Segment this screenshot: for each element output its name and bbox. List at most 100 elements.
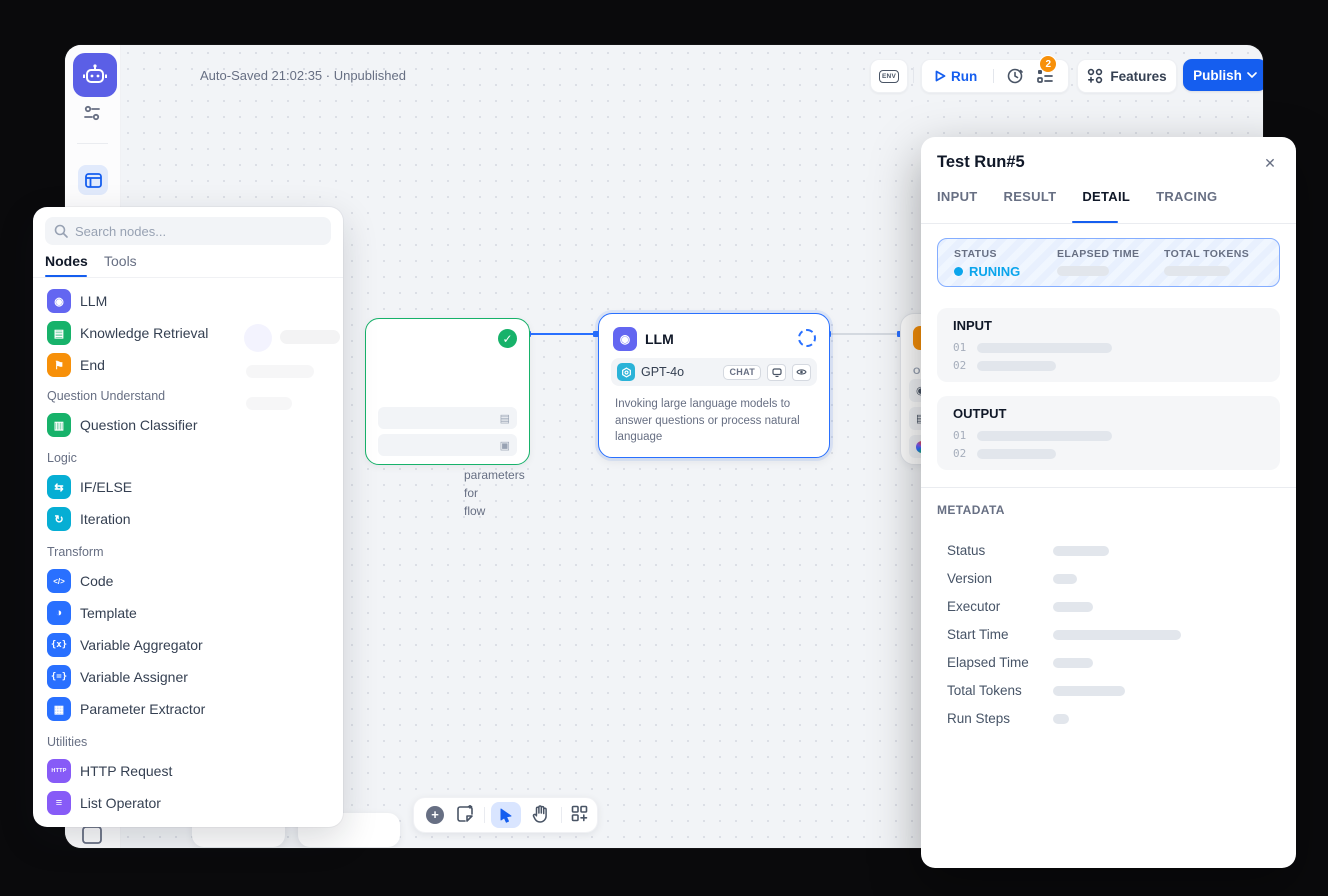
variable-aggregator-icon: {x}: [47, 633, 71, 657]
env-button[interactable]: ENV: [870, 59, 908, 93]
metadata-title: METADATA: [937, 503, 1005, 517]
total-tokens-label: TOTAL TOKENS: [1164, 248, 1249, 260]
tab-detail[interactable]: DETAIL: [1082, 189, 1130, 204]
canvas-toolbar: +: [413, 797, 598, 833]
workflow-panel-button[interactable]: [78, 165, 108, 195]
hand-mode-button[interactable]: [532, 805, 548, 823]
start-node-description: parameters for flow: [464, 466, 529, 520]
node-picker-panel: Search nodes... Nodes Tools ◉ LLM ▤ Know…: [33, 207, 343, 827]
app-logo[interactable]: [73, 53, 117, 97]
search-input[interactable]: Search nodes...: [45, 217, 331, 245]
question-classifier-icon: ▥: [47, 413, 71, 437]
node-item-llm[interactable]: ◉ LLM: [37, 285, 339, 317]
model-selector[interactable]: GPT-4o CHAT: [611, 358, 817, 386]
tab-tracing[interactable]: TRACING: [1156, 189, 1217, 204]
status-running-value: RUNING: [954, 264, 1020, 279]
output-skeleton: [977, 431, 1112, 441]
variable-assigner-icon: {=}: [47, 665, 71, 689]
pointer-mode-button[interactable]: [491, 802, 521, 828]
node-item-variable-aggregator[interactable]: {x} Variable Aggregator: [37, 629, 339, 661]
node-item-knowledge-retrieval[interactable]: ▤ Knowledge Retrieval: [37, 317, 339, 349]
vision-badge: [767, 364, 786, 381]
test-run-panel: Test Run#5 ✕ INPUT RESULT DETAIL TRACING…: [921, 137, 1296, 868]
checklist-button[interactable]: 2: [1030, 63, 1060, 89]
autosave-status: Auto-Saved 21:02:35 · Unpublished: [200, 68, 406, 83]
code-icon: </>: [47, 569, 71, 593]
llm-node-title: LLM: [645, 331, 674, 347]
node-item-template[interactable]: ◑ Template: [37, 597, 339, 629]
meta-skeleton: [1053, 630, 1181, 640]
search-placeholder: Search nodes...: [75, 224, 166, 239]
eye-badge: [792, 364, 811, 381]
tab-result[interactable]: RESULT: [1004, 189, 1057, 204]
panel-divider: [33, 277, 343, 278]
tab-tools[interactable]: Tools: [104, 253, 137, 269]
add-note-button[interactable]: [456, 805, 474, 823]
shortcut-icon: [81, 825, 103, 845]
run-panel-title: Test Run#5: [937, 153, 1025, 172]
meta-skeleton: [1053, 714, 1069, 724]
robot-icon: [82, 62, 108, 88]
llm-node[interactable]: ◉ LLM GPT-4o CHAT Invoking large: [598, 313, 830, 458]
hand-icon: [532, 805, 548, 823]
meta-skeleton: [1053, 686, 1125, 696]
rail-bottom-button[interactable]: [81, 825, 103, 847]
active-tab-underline: [1072, 221, 1118, 223]
node-item-iteration[interactable]: ↻ Iteration: [37, 503, 339, 535]
edge-llm-to-end: [828, 333, 900, 335]
node-item-list-operator[interactable]: ≡ List Operator: [37, 787, 339, 819]
add-node-button[interactable]: +: [426, 806, 444, 824]
section-question-understand: Question Understand: [47, 389, 165, 403]
section-logic: Logic: [47, 451, 77, 465]
rail-divider: [77, 143, 108, 144]
organize-layout-button[interactable]: [571, 805, 588, 822]
panel-divider: [921, 487, 1296, 488]
running-spinner-icon: [798, 329, 816, 347]
meta-elapsed-time-label: Elapsed Time: [947, 655, 1029, 670]
preferences-sliders-icon[interactable]: [82, 105, 102, 121]
node-item-if-else[interactable]: ⇆ IF/ELSE: [37, 471, 339, 503]
list-operator-icon: ≡: [47, 791, 71, 815]
status-card: STATUS ELAPSED TIME TOTAL TOKENS RUNING: [937, 238, 1280, 287]
run-button[interactable]: Run: [922, 69, 987, 84]
gpt4o-model-icon: [617, 363, 635, 381]
tab-nodes[interactable]: Nodes: [45, 253, 88, 269]
start-node[interactable]: ✓ ▤ ▣ parameters for flow: [365, 318, 530, 465]
group-divider: [993, 69, 994, 83]
node-item-question-classifier[interactable]: ▥ Question Classifier: [37, 409, 339, 441]
env-icon: ENV: [879, 70, 900, 83]
node-item-end[interactable]: ⚑ End: [37, 349, 339, 381]
toolbar-divider: [561, 807, 562, 823]
node-item-code[interactable]: </> Code: [37, 565, 339, 597]
search-icon: [54, 224, 68, 238]
section-utilities: Utilities: [47, 735, 87, 749]
node-item-parameter-extractor[interactable]: ▦ Parameter Extractor: [37, 693, 339, 725]
meta-status-label: Status: [947, 543, 985, 558]
line-number: 01: [953, 429, 966, 442]
window-icon: [85, 173, 102, 188]
toolbar-divider: [484, 807, 485, 823]
close-icon[interactable]: ✕: [1258, 151, 1282, 175]
note-plus-icon: [456, 805, 474, 823]
tab-input[interactable]: INPUT: [937, 189, 978, 204]
start-field-row[interactable]: ▣: [378, 434, 517, 456]
http-request-icon: HTTP: [47, 759, 71, 783]
line-number: 01: [953, 341, 966, 354]
node-item-variable-assigner[interactable]: {=} Variable Assigner: [37, 661, 339, 693]
chat-mode-badge: CHAT: [723, 365, 761, 380]
cursor-icon: [499, 808, 513, 823]
tokens-skeleton: [1164, 266, 1230, 276]
field-icon: ▤: [500, 412, 510, 425]
if-else-icon: ⇆: [47, 475, 71, 499]
preview-timer-button[interactable]: [1000, 63, 1030, 89]
features-button[interactable]: Features: [1077, 59, 1177, 93]
line-number: 02: [953, 359, 966, 372]
run-control-group: Run 2: [921, 59, 1069, 93]
line-number: 02: [953, 447, 966, 460]
checklist-badge: 2: [1039, 55, 1057, 73]
input-title: INPUT: [953, 318, 992, 333]
publish-button[interactable]: Publish: [1183, 59, 1263, 91]
start-field-row[interactable]: ▤: [378, 407, 517, 429]
meta-start-time-label: Start Time: [947, 627, 1009, 642]
node-item-http-request[interactable]: HTTP HTTP Request: [37, 755, 339, 787]
